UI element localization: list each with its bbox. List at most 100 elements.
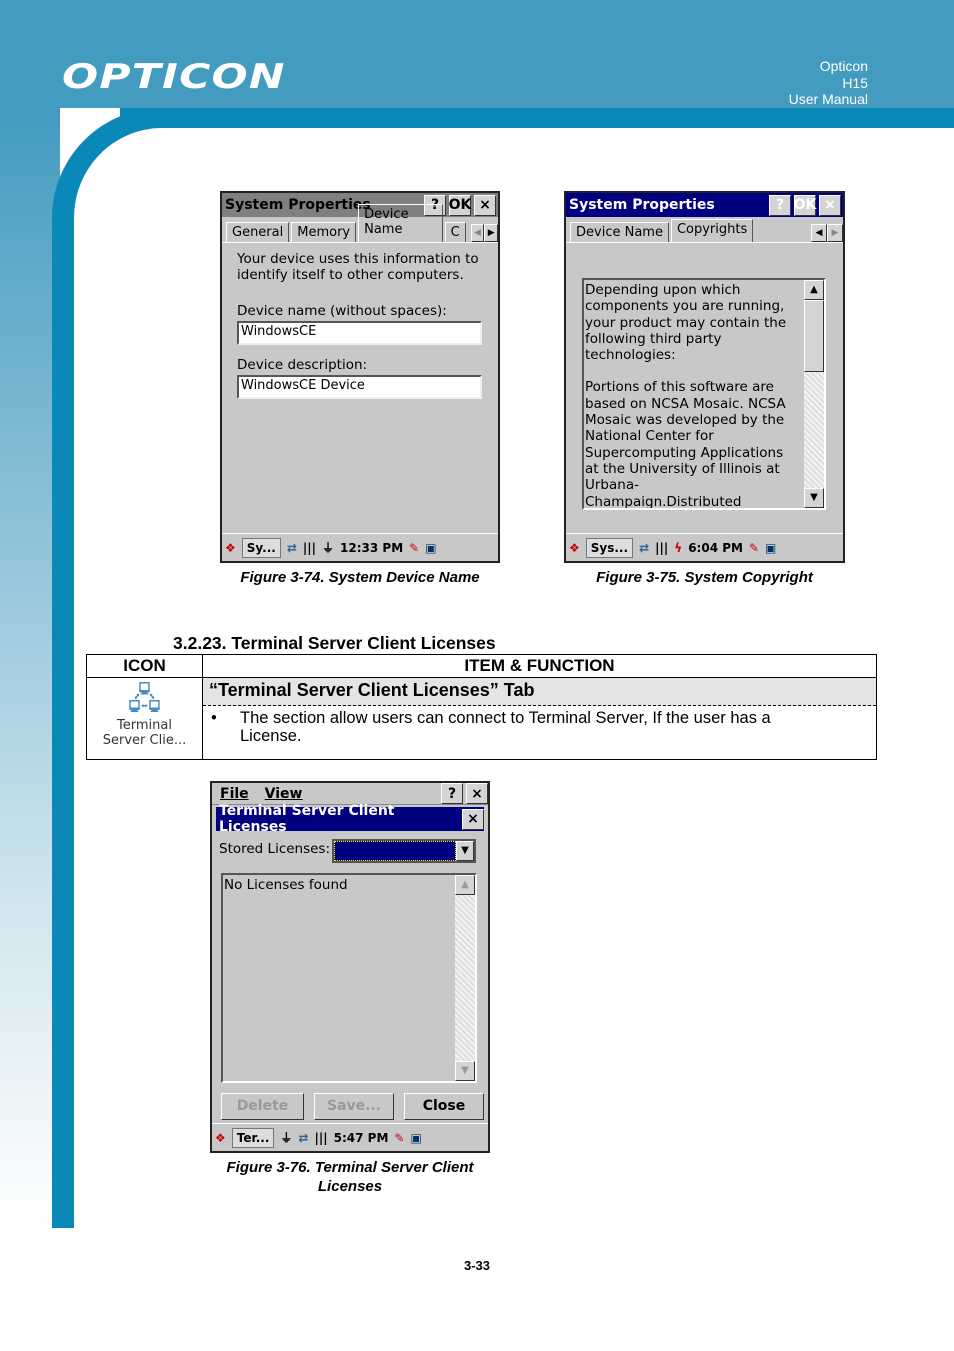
scrollbar[interactable]: ▲ ▼ (804, 280, 824, 508)
tab-general[interactable]: General (226, 222, 290, 242)
clock: 6:04 PM (688, 540, 743, 555)
item-function-table: ICON ITEM & FUNCTION 🖧 Terminal Server C… (86, 654, 877, 760)
power-icon: ⏚ (322, 541, 335, 555)
tab-scroll-right-icon[interactable]: ▶ (484, 224, 498, 242)
barcode-icon: ||| (655, 540, 669, 555)
meta-model: H15 (842, 74, 868, 91)
start-icon[interactable]: ❖ (225, 541, 236, 555)
system-properties-window: System Properties ? OK × General Memory … (220, 191, 500, 563)
side-decoration (0, 108, 60, 1228)
taskbar-app-button[interactable]: Sys... (585, 537, 634, 558)
save-button[interactable]: Save... (314, 1093, 394, 1120)
tab-scroll-left-icon[interactable]: ◀ (811, 224, 827, 242)
menu-view[interactable]: View (257, 786, 311, 802)
device-name-label: Device name (without spaces): (237, 303, 447, 319)
opticon-logo: OPTICON (62, 57, 286, 97)
clock: 5:47 PM (333, 1130, 389, 1145)
device-description-label: Device description: (237, 357, 368, 373)
tab-device-name[interactable]: Device Name (358, 204, 443, 242)
stored-licenses-dropdown[interactable]: ▼ (332, 839, 476, 863)
ok-button[interactable]: OK (794, 194, 816, 216)
network-icon: ⇄ (286, 540, 297, 555)
help-button[interactable]: ? (441, 783, 463, 804)
dropdown-value (334, 841, 456, 861)
bullet-icon: • (211, 709, 217, 727)
barcode-icon: ||| (302, 540, 317, 555)
ok-button[interactable]: OK (449, 194, 471, 216)
close-button[interactable]: × (466, 783, 488, 804)
device-description-input[interactable]: WindowsCE Device (237, 375, 482, 399)
input-panel-icon[interactable]: ✎ (394, 1131, 404, 1145)
copyright-text-box[interactable]: Depending upon which components you are … (582, 278, 826, 510)
scroll-thumb[interactable] (804, 300, 824, 372)
dialog-title-bar: Terminal Server Client Licenses × (216, 803, 484, 835)
window-title: System Properties (569, 197, 715, 213)
taskbar: ❖ Ter... ⏚ ⇄ ||| 5:47 PM ✎ ▣ (212, 1123, 488, 1151)
intro-text: Your device uses this information to ide… (237, 251, 479, 283)
licenses-list[interactable]: No Licenses found ▲ ▼ (221, 873, 477, 1083)
start-icon[interactable]: ❖ (569, 541, 580, 555)
scrollbar[interactable]: ▲ ▼ (455, 875, 475, 1081)
tab-copyrights[interactable]: Copyrights (670, 219, 754, 242)
tab-copyrights[interactable]: C (444, 222, 466, 242)
header-meta: Opticon H15 User Manual (789, 58, 868, 108)
column-header-icon: ICON (86, 654, 203, 678)
start-icon[interactable]: ❖ (215, 1131, 226, 1145)
scroll-down-icon[interactable]: ▼ (455, 1061, 475, 1081)
bullet-item: • The section allow users can connect to… (203, 706, 876, 759)
column-header-function: ITEM & FUNCTION (202, 654, 877, 678)
tab-scroll-right-icon[interactable]: ▶ (827, 224, 843, 242)
copyright-paragraph: Portions of this software are based on N… (585, 379, 786, 510)
windows-icon[interactable]: ▣ (765, 541, 776, 555)
meta-company: Opticon (819, 58, 868, 74)
close-dialog-button[interactable]: Close (404, 1093, 484, 1120)
windows-icon[interactable]: ▣ (410, 1131, 421, 1145)
empty-list-text: No Licenses found (224, 877, 348, 893)
menu-file[interactable]: File (212, 786, 257, 802)
icon-label: Terminal Server Clie... (102, 718, 187, 748)
tab-strip: Device Name Copyrights ◀ ▶ (566, 217, 843, 243)
figure-caption: Figure 3-74. System Device Name (240, 569, 480, 586)
bullet-text: The section allow users can connect to T… (240, 709, 771, 745)
network-icon: ⇄ (639, 540, 650, 555)
section-heading: 3.2.23. Terminal Server Client Licenses (173, 633, 496, 653)
scroll-down-icon[interactable]: ▼ (804, 488, 824, 508)
icon-cell: 🖧 Terminal Server Clie... (86, 677, 203, 760)
tab-scroll-left-icon[interactable]: ◀ (470, 224, 485, 242)
network-icon: ⇄ (298, 1130, 309, 1145)
dropdown-arrow-icon[interactable]: ▼ (456, 841, 474, 861)
copyright-paragraph: Depending upon which components you are … (585, 282, 787, 364)
stored-licenses-label: Stored Licenses: (219, 841, 331, 857)
tab-strip: General Memory Device Name C ◀ ▶ (222, 204, 498, 243)
figure-caption: Figure 3-75. System Copyright (596, 569, 813, 586)
taskbar-app-button[interactable]: Sy... (241, 537, 281, 558)
close-button[interactable]: × (819, 194, 841, 216)
clock: 12:33 PM (340, 540, 404, 555)
power-icon: ⏚ (280, 1131, 293, 1145)
menu-bar: File View ? × (212, 783, 488, 805)
windows-icon[interactable]: ▣ (425, 541, 436, 555)
terminal-server-icon: 🖧 (127, 682, 162, 717)
taskbar-app-button[interactable]: Ter... (231, 1127, 275, 1148)
dialog-close-button[interactable]: × (462, 808, 484, 830)
barcode-icon: ||| (314, 1130, 328, 1145)
header-band (120, 108, 954, 128)
tab-device-name[interactable]: Device Name (570, 222, 669, 242)
tab-title: “Terminal Server Client Licenses” Tab (203, 678, 876, 706)
title-bar: System Properties ? OK × (566, 193, 843, 217)
dialog-title: Terminal Server Client Licenses (219, 803, 395, 835)
input-panel-icon[interactable]: ✎ (749, 541, 759, 555)
figure-caption: Figure 3-76. Terminal Server Client Lice… (226, 1159, 474, 1195)
delete-button[interactable]: Delete (221, 1093, 304, 1120)
battery-icon: ϟ (674, 540, 683, 555)
tab-memory[interactable]: Memory (291, 222, 357, 242)
scroll-up-icon[interactable]: ▲ (804, 280, 824, 300)
scroll-up-icon[interactable]: ▲ (455, 875, 475, 895)
system-properties-window: System Properties ? OK × Device Name Cop… (564, 191, 845, 563)
help-button[interactable]: ? (769, 194, 791, 216)
close-button[interactable]: × (474, 194, 496, 216)
terminal-server-window: File View ? × Terminal Server Client Lic… (210, 781, 490, 1153)
device-name-input[interactable]: WindowsCE (237, 321, 482, 345)
function-cell: “Terminal Server Client Licenses” Tab • … (202, 677, 877, 760)
input-panel-icon[interactable]: ✎ (409, 541, 419, 555)
